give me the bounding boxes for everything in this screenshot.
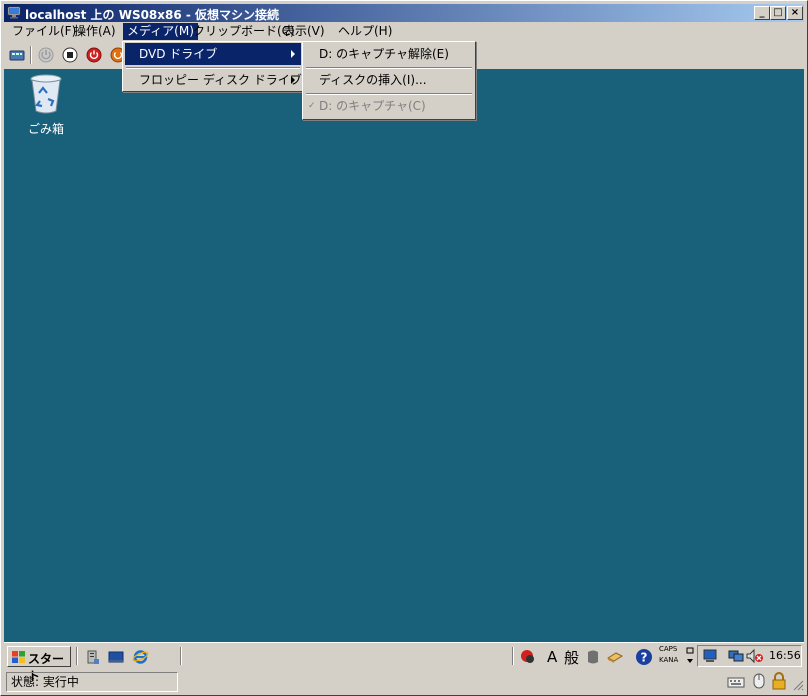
clock[interactable]: 16:56	[769, 649, 801, 662]
menu-item-release-capture[interactable]: D: のキャプチャ解除(E)	[305, 43, 473, 65]
release-capture-label: D: のキャプチャ解除(E)	[319, 47, 449, 61]
title-bar[interactable]: localhost 上の WS08x86 - 仮想マシン接続 _ □ ×	[4, 4, 804, 22]
dvd-submenu: D: のキャプチャ解除(E) ディスクの挿入(I)... ✓ D: のキャプチャ…	[302, 41, 476, 120]
ime-help-icon[interactable]: ?	[635, 648, 653, 666]
recycle-bin-icon	[30, 74, 62, 114]
vm-connection-window: localhost 上の WS08x86 - 仮想マシン接続 _ □ × ファイ…	[0, 0, 808, 696]
ctrl-alt-del-icon[interactable]	[8, 46, 26, 64]
menu-item-insert-disk[interactable]: ディスクの挿入(I)...	[305, 69, 473, 91]
menu-item-capture-drive[interactable]: ✓ D: のキャプチャ(C)	[305, 95, 473, 117]
network-connection-icon[interactable]	[728, 648, 744, 664]
insert-disk-label: ディスクの挿入(I)...	[319, 73, 427, 87]
submenu-arrow-icon	[291, 76, 295, 84]
show-desktop-icon[interactable]	[108, 649, 124, 665]
recycle-bin[interactable]: ごみ箱	[22, 73, 70, 137]
ime-options-icon[interactable]	[684, 646, 696, 666]
guest-desktop: ごみ箱	[4, 69, 804, 642]
lock-icon	[772, 672, 786, 690]
maximize-icon: □	[773, 7, 783, 18]
windows-logo-icon	[12, 651, 25, 663]
menu-item-floppy-drive[interactable]: フロッピー ディスク ドライブ	[125, 69, 302, 91]
toolbar-separator	[30, 46, 32, 64]
recycle-bin-label: ごみ箱	[27, 122, 64, 136]
taskbar-separator	[180, 647, 182, 665]
check-icon: ✓	[308, 101, 316, 111]
menu-help[interactable]: ヘルプ(H)	[334, 23, 396, 40]
guest-taskbar: スタート A 般 ? CAPS KANA 16:56	[4, 642, 804, 683]
notification-area: 16:56	[697, 645, 802, 667]
mouse-icon	[753, 673, 765, 689]
ime-input-mode-a[interactable]: A	[547, 648, 557, 666]
close-button[interactable]: ×	[787, 6, 803, 20]
capture-drive-label: D: のキャプチャ(C)	[319, 99, 426, 113]
minimize-icon: _	[759, 7, 765, 18]
status-bar: 状態: 実行中	[4, 671, 804, 693]
start-button[interactable]: スタート	[7, 646, 71, 683]
menu-view[interactable]: 表示(V)	[279, 23, 329, 40]
ime-conversion-mode[interactable]: 般	[564, 647, 579, 668]
dvd-drive-label: DVD ドライブ	[139, 47, 218, 61]
status-text: 状態: 実行中	[6, 672, 178, 692]
menu-item-dvd-drive[interactable]: DVD ドライブ	[125, 43, 301, 65]
menu-bar: ファイル(F) 操作(A) メディア(M) クリップボード(C) 表示(V) ヘ…	[4, 22, 804, 41]
ime-language-icon[interactable]	[519, 648, 537, 666]
taskbar-separator	[76, 647, 78, 665]
internet-explorer-icon[interactable]	[132, 648, 149, 665]
submenu-arrow-icon	[291, 50, 295, 58]
keyboard-icon	[727, 677, 745, 688]
taskbar-separator	[512, 647, 514, 665]
maximize-button[interactable]: □	[770, 6, 786, 20]
resize-grip-icon[interactable]	[792, 679, 804, 691]
server-manager-icon[interactable]	[85, 649, 101, 665]
network-status-icon[interactable]	[702, 648, 718, 664]
caps-indicator[interactable]: CAPS	[659, 645, 677, 654]
kana-indicator[interactable]: KANA	[659, 656, 678, 665]
turn-off-icon[interactable]	[61, 46, 79, 64]
ime-dictionary-icon[interactable]	[606, 649, 624, 665]
volume-muted-icon[interactable]	[746, 648, 764, 664]
floppy-drive-label: フロッピー ディスク ドライブ	[139, 73, 302, 87]
start-power-icon[interactable]	[37, 46, 55, 64]
menu-media[interactable]: メディア(M)	[123, 23, 198, 40]
media-menu: DVD ドライブ フロッピー ディスク ドライブ	[122, 41, 304, 92]
close-icon: ×	[790, 7, 800, 18]
window-title: localhost 上の WS08x86 - 仮想マシン接続	[25, 8, 280, 22]
menu-action[interactable]: 操作(A)	[70, 23, 120, 40]
vm-connect-icon	[7, 6, 21, 19]
shutdown-icon[interactable]	[85, 46, 103, 64]
ime-pad-icon[interactable]	[585, 649, 601, 665]
help-glyph: ?	[641, 651, 648, 665]
minimize-button[interactable]: _	[754, 6, 770, 20]
